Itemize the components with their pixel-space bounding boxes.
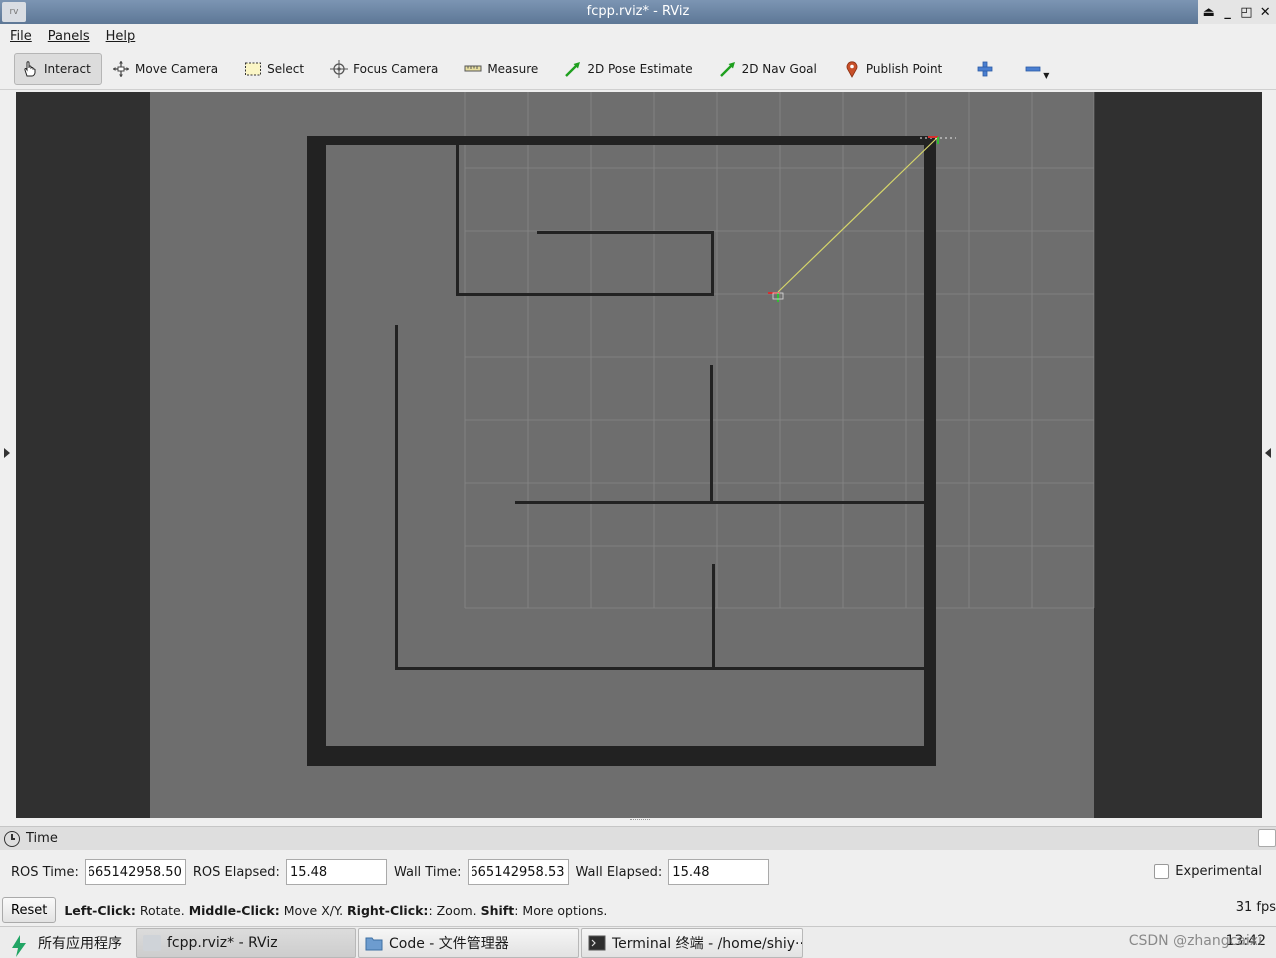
wall-elapsed-field[interactable] [668, 859, 770, 885]
rviz-window: rv fcpp.rviz* - RViz ⏏ _ ◰ ✕ File Panels… [0, 0, 1276, 958]
tool-measure[interactable]: Measure [458, 53, 550, 85]
splitter-handle[interactable] [630, 819, 650, 823]
tool-label: Interact [44, 61, 91, 76]
left-dock-toggle[interactable] [0, 92, 16, 818]
tool-focus-camera[interactable]: Focus Camera [324, 53, 450, 85]
minimize-icon[interactable]: _ [1220, 4, 1236, 20]
time-panel-row: ROS Time: ROS Elapsed: Wall Time: Wall E… [0, 852, 1276, 892]
experimental-option: Experimental [1154, 864, 1262, 879]
task-label: Code - 文件管理器 [389, 935, 509, 952]
focus-camera-icon [330, 59, 349, 78]
add-tool-button[interactable] [964, 53, 1006, 85]
shade-icon[interactable]: ⏏ [1201, 4, 1217, 20]
maximize-icon[interactable]: ◰ [1238, 4, 1254, 20]
help-key: Middle-Click: [188, 902, 280, 918]
tool-select[interactable]: Select [238, 53, 316, 85]
help-text: : Zoom. [428, 902, 481, 918]
map-render [16, 92, 1262, 818]
expand-right-icon [4, 448, 10, 458]
map-free-space [150, 92, 1094, 818]
menu-panels[interactable]: Panels [48, 29, 90, 44]
help-key: Left-Click: [64, 902, 136, 918]
applications-menu-button[interactable]: 所有应用程序 [0, 927, 136, 958]
plus-icon [976, 60, 994, 78]
move-camera-icon [112, 60, 130, 78]
minus-icon [1024, 60, 1042, 78]
tool-publish-point[interactable]: Publish Point [837, 53, 954, 85]
tool-label: Focus Camera [353, 61, 439, 76]
task-file-manager[interactable]: Code - 文件管理器 [358, 927, 579, 958]
help-text: Move X/Y. [279, 902, 348, 918]
help-key: Right-Click: [347, 902, 429, 918]
unknown-area-left [16, 92, 150, 818]
os-taskbar: 所有应用程序 fcpp.rviz* - RViz Code - 文件管理器 Te… [0, 926, 1276, 958]
folder-icon [365, 935, 383, 951]
task-label: Terminal 终端 - /home/shiy··· [612, 935, 803, 952]
tool-interact[interactable]: Interact [14, 52, 102, 85]
time-panel-header: Time [0, 826, 1276, 850]
ros-time-field[interactable] [84, 859, 186, 885]
task-rviz[interactable]: fcpp.rviz* - RViz [136, 927, 356, 958]
rviz-app-icon [143, 934, 161, 951]
green-arrow-icon [564, 60, 582, 78]
tool-label: Measure [487, 61, 539, 76]
tool-label: Select [267, 61, 305, 76]
tool-label: Move Camera [135, 61, 219, 76]
clock-icon [4, 830, 20, 847]
task-label: fcpp.rviz* - RViz [167, 934, 278, 951]
tool-2d-nav-goal[interactable]: 2D Nav Goal [713, 53, 829, 85]
menu-file[interactable]: File [10, 29, 32, 44]
status-bar: Reset Left-Click: Rotate. Middle-Click: … [0, 896, 1276, 924]
applications-menu-label: 所有应用程序 [38, 935, 122, 952]
help-text: : More options. [514, 902, 608, 918]
help-text: Rotate. [135, 902, 189, 918]
green-arrow-icon [719, 60, 737, 78]
map-pin-icon [843, 60, 861, 78]
wall-time-field[interactable] [467, 859, 569, 885]
wall-elapsed-label: Wall Elapsed: [575, 864, 663, 880]
unknown-area-right [1094, 92, 1262, 818]
menu-help[interactable]: Help [106, 29, 136, 44]
tool-move-camera[interactable]: Move Camera [106, 53, 230, 85]
ros-time-label: ROS Time: [11, 864, 79, 880]
task-terminal[interactable]: Terminal 终端 - /home/shiy··· [581, 927, 803, 958]
fps-counter: 31 fps [1235, 900, 1276, 915]
tool-bar: Interact Move Camera Select Focus Camera… [0, 48, 1276, 90]
mouse-help-text: Left-Click: Rotate. Middle-Click: Move X… [64, 903, 607, 918]
hand-icon [21, 60, 39, 78]
wall-time-label: Wall Time: [393, 864, 462, 880]
ros-elapsed-field[interactable] [285, 859, 387, 885]
remove-tool-button[interactable]: ▼ [1020, 53, 1053, 85]
expand-left-icon [1265, 448, 1271, 458]
tool-label: 2D Pose Estimate [587, 61, 693, 76]
title-bar[interactable]: rv fcpp.rviz* - RViz ⏏ _ ◰ ✕ [0, 0, 1276, 24]
experimental-label: Experimental [1175, 864, 1262, 879]
help-key: Shift [480, 902, 515, 918]
menu-bar: File Panels Help [0, 24, 1276, 48]
tool-label: Publish Point [865, 61, 943, 76]
tool-2d-pose-estimate[interactable]: 2D Pose Estimate [558, 53, 704, 85]
dropdown-arrow-icon[interactable]: ▼ [1043, 71, 1049, 80]
select-icon [244, 60, 262, 78]
tool-label: 2D Nav Goal [741, 61, 817, 76]
ros-elapsed-label: ROS Elapsed: [192, 864, 280, 880]
right-dock-toggle[interactable] [1260, 92, 1276, 818]
start-logo-icon [10, 934, 28, 957]
window-controls: ⏏ _ ◰ ✕ [1198, 0, 1276, 24]
panel-float-button[interactable] [1258, 829, 1276, 847]
close-icon[interactable]: ✕ [1257, 4, 1273, 20]
watermark-text: CSDN @zhangcaixi [1128, 933, 1262, 949]
experimental-checkbox[interactable] [1154, 864, 1170, 879]
render-viewport[interactable] [16, 92, 1262, 818]
reset-button[interactable]: Reset [2, 897, 57, 923]
time-panel-title: Time [26, 831, 58, 846]
terminal-icon [588, 935, 606, 951]
ruler-icon [464, 60, 482, 78]
window-title: fcpp.rviz* - RViz [586, 4, 690, 19]
